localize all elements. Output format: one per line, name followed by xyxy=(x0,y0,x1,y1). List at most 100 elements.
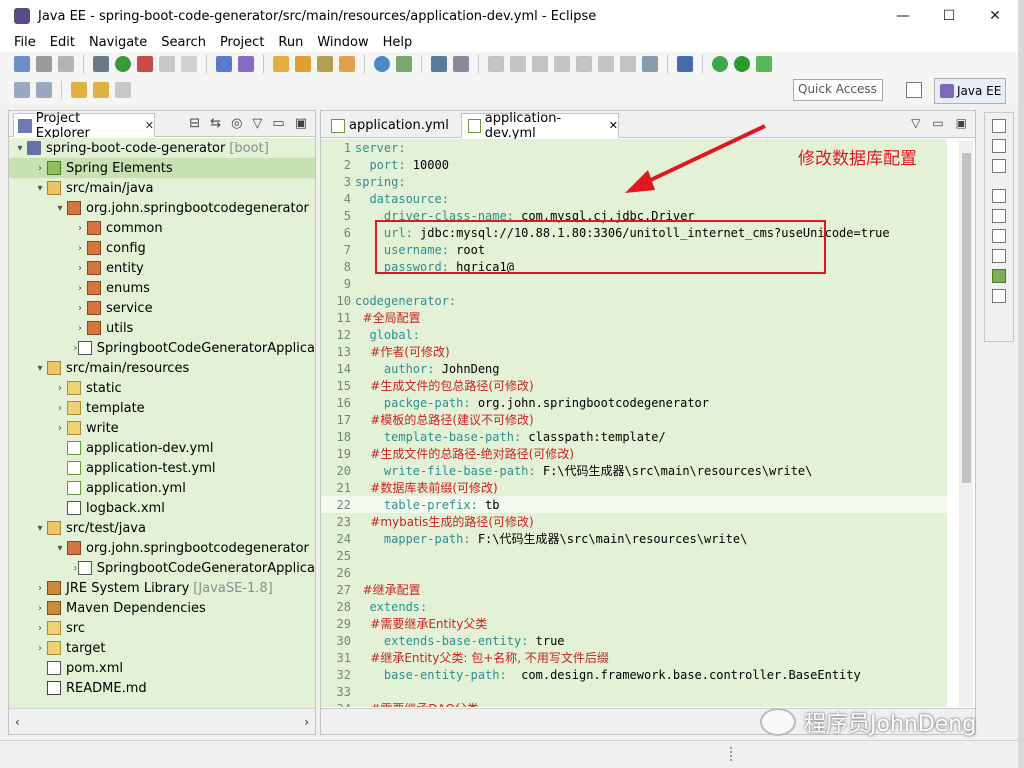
new-class-icon[interactable] xyxy=(238,56,254,72)
tab-application-yml[interactable]: application.yml xyxy=(325,113,457,138)
status-grip[interactable] xyxy=(730,747,734,761)
code-line[interactable]: 9 xyxy=(321,275,947,292)
code-line[interactable]: 24 mapper-path: F:\代码生成器\src\main\resour… xyxy=(321,530,947,547)
code-line[interactable]: 29 #需要继承Entity父类 xyxy=(321,615,947,632)
properties-icon[interactable] xyxy=(992,249,1006,263)
menu-edit[interactable]: Edit xyxy=(50,35,75,50)
code-line[interactable]: 21 #数据库表前缀(可修改) xyxy=(321,479,947,496)
scroll-right-icon[interactable]: › xyxy=(304,715,309,729)
tree-item[interactable]: › src xyxy=(9,618,315,638)
task-list-icon[interactable] xyxy=(992,159,1006,173)
terminate-icon[interactable] xyxy=(532,56,548,72)
tree-item[interactable]: › Maven Dependencies xyxy=(9,598,315,618)
maximize-view-icon[interactable]: ▣ xyxy=(295,116,307,131)
scroll-left-icon[interactable]: ‹ xyxy=(15,715,20,729)
tree-item[interactable]: ▾ spring-boot-code-generator [boot] xyxy=(9,138,315,158)
tree-item[interactable]: application.yml xyxy=(9,478,315,498)
tree-item[interactable]: application-dev.yml xyxy=(9,438,315,458)
boot-dashboard-icon[interactable] xyxy=(756,56,772,72)
view-menu-icon[interactable]: ▽ xyxy=(252,116,262,131)
perspective-java-ee[interactable]: Java EE xyxy=(934,78,1006,104)
outline-icon[interactable] xyxy=(992,119,1006,133)
search-tool-icon[interactable] xyxy=(317,56,333,72)
suspend-icon[interactable] xyxy=(510,56,526,72)
open-type-icon[interactable] xyxy=(273,56,289,72)
disconnect-icon[interactable] xyxy=(554,56,570,72)
server-icon[interactable] xyxy=(677,56,693,72)
tree-item[interactable]: › static xyxy=(9,378,315,398)
scrollbar-thumb[interactable] xyxy=(962,153,971,483)
snippets-icon[interactable] xyxy=(992,289,1006,303)
tree-item[interactable]: › Spring Elements xyxy=(9,158,315,178)
code-line[interactable]: 20 write-file-base-path: F:\代码生成器\src\ma… xyxy=(321,462,947,479)
problems-icon[interactable] xyxy=(992,209,1006,223)
tree-item[interactable]: › utils xyxy=(9,318,315,338)
code-line[interactable]: 15 #生成文件的包总路径(可修改) xyxy=(321,377,947,394)
close-button[interactable]: ✕ xyxy=(972,0,1018,32)
start-server-icon[interactable] xyxy=(712,56,728,72)
code-line[interactable]: 14 author: JohnDeng xyxy=(321,360,947,377)
save-icon[interactable] xyxy=(36,56,52,72)
skip-icon[interactable] xyxy=(181,56,197,72)
open-task-icon[interactable] xyxy=(339,56,355,72)
tree-item[interactable]: › JRE System Library [JavaSE-1.8] xyxy=(9,578,315,598)
settings-icon[interactable] xyxy=(93,56,109,72)
code-line[interactable]: 10 codegenerator: xyxy=(321,292,947,309)
menu-navigate[interactable]: Navigate xyxy=(89,35,147,50)
minimize-view-icon[interactable]: ▭ xyxy=(932,116,943,130)
quick-access-field[interactable]: Quick Access xyxy=(793,79,883,101)
menu-run[interactable]: Run xyxy=(278,35,303,50)
console-icon[interactable] xyxy=(431,56,447,72)
menu-file[interactable]: File xyxy=(14,35,36,50)
code-line[interactable]: 19 #生成文件的总路径-绝对路径(可修改) xyxy=(321,445,947,462)
code-line[interactable]: 13 #作者(可修改) xyxy=(321,343,947,360)
code-line[interactable]: 17 #模板的总路径(建议不可修改) xyxy=(321,411,947,428)
minimize-view-icon[interactable]: ▭ xyxy=(272,116,284,131)
pin-icon[interactable] xyxy=(453,56,469,72)
tree-item[interactable]: › write xyxy=(9,418,315,438)
run-icon[interactable] xyxy=(115,56,131,72)
prev-annotation-icon[interactable] xyxy=(36,82,52,98)
tree-item[interactable]: logback.xml xyxy=(9,498,315,518)
refresh-icon[interactable] xyxy=(396,56,412,72)
tree-item[interactable]: ▾ src/main/java xyxy=(9,178,315,198)
code-line[interactable]: 12 global: xyxy=(321,326,947,343)
code-line[interactable]: 22 table-prefix: tb xyxy=(321,496,947,513)
menu-project[interactable]: Project xyxy=(220,35,264,50)
code-line[interactable]: 16 packge-path: org.john.springbootcodeg… xyxy=(321,394,947,411)
open-folder-icon[interactable] xyxy=(295,56,311,72)
servers-icon[interactable] xyxy=(992,229,1006,243)
last-edit-icon[interactable] xyxy=(71,82,87,98)
step-over-icon[interactable] xyxy=(598,56,614,72)
new-icon[interactable] xyxy=(14,56,30,72)
tree-item[interactable]: application-test.yml xyxy=(9,458,315,478)
focus-icon[interactable]: ◎ xyxy=(231,116,242,131)
tree-item[interactable]: › target xyxy=(9,638,315,658)
code-line[interactable]: 23 #mybatis生成的路径(可修改) xyxy=(321,513,947,530)
tree-item[interactable]: › entity xyxy=(9,258,315,278)
new-server-icon[interactable] xyxy=(216,56,232,72)
tree-item[interactable]: › SpringbootCodeGeneratorApplica xyxy=(9,558,315,578)
next-annotation-icon[interactable] xyxy=(14,82,30,98)
step-return-icon[interactable] xyxy=(620,56,636,72)
link-editor-icon[interactable]: ⇆ xyxy=(210,116,221,131)
hierarchy-icon[interactable] xyxy=(992,139,1006,153)
code-line[interactable]: 28 extends: xyxy=(321,598,947,615)
code-line[interactable]: 25 xyxy=(321,547,947,564)
step-into-icon[interactable] xyxy=(576,56,592,72)
close-icon[interactable]: ✕ xyxy=(145,119,154,132)
tree-item[interactable]: › service xyxy=(9,298,315,318)
save-all-icon[interactable] xyxy=(58,56,74,72)
code-line[interactable]: 31 #继承Entity父类: 包+名称, 不用写文件后缀 xyxy=(321,649,947,666)
tree-item[interactable]: pom.xml xyxy=(9,658,315,678)
code-line[interactable]: 30 extends-base-entity: true xyxy=(321,632,947,649)
tree-item[interactable]: › config xyxy=(9,238,315,258)
forward-icon[interactable] xyxy=(115,82,131,98)
tree-item[interactable]: README.md xyxy=(9,678,315,698)
code-line[interactable]: 18 template-base-path: classpath:templat… xyxy=(321,428,947,445)
menu-window[interactable]: Window xyxy=(317,35,368,50)
power-icon[interactable] xyxy=(734,56,750,72)
debug-icon[interactable] xyxy=(137,56,153,72)
code-line[interactable]: 27 #继承配置 xyxy=(321,581,947,598)
collapse-all-icon[interactable]: ⊟ xyxy=(189,116,200,131)
